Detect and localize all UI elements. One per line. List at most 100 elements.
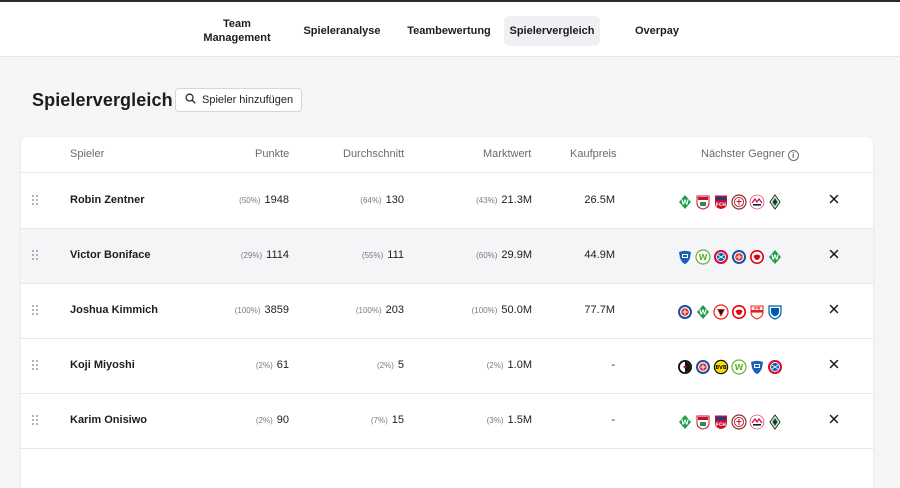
market-value-cell-value: 1.5M [507,414,532,426]
points-cell: (100%) 3859 [235,304,289,316]
market-value-cell: (43%) 21.3M [476,194,532,206]
market-value-cell-value: 29.9M [501,249,532,261]
points-cell-percent: (50%) [239,196,261,205]
player-name[interactable]: Joshua Kimmich [70,304,158,316]
frankfurt-crest [749,249,765,265]
market-value-cell-percent: (43%) [476,196,498,205]
gladbach-crest [767,414,783,430]
average-cell-value: 203 [385,304,404,316]
table-row[interactable]: Karim Onisiwo (2%) 90 (7%) 15 (3%) 1.5M - W FCH [21,394,873,449]
nav-tab-spieleranalyse[interactable]: Spieleranalyse [298,16,386,46]
header-market-value[interactable]: Marktwert [483,148,531,160]
table-row[interactable]: Robin Zentner (50%) 1948 (64%) 130 (43%) 21.3M… [21,174,873,229]
player-name[interactable]: Robin Zentner [70,194,145,206]
svg-text:W: W [771,254,779,262]
average-cell-percent: (100%) [355,306,382,315]
st-pauli-crest [731,414,747,430]
leipzig-crest [749,414,765,430]
heidenheim-crest: FCH [713,414,729,430]
search-icon [185,93,202,107]
svg-text:BVB: BVB [715,365,726,371]
close-icon[interactable] [828,304,840,316]
market-value-cell-value: 50.0M [501,304,532,316]
werder-bremen-crest: W [767,249,783,265]
purchase-price: 77.7M [584,304,615,316]
header-player[interactable]: Spieler [70,148,104,160]
dortmund-crest: BVB [713,359,729,375]
points-cell-percent: (100%) [234,306,261,315]
market-value-cell: (60%) 29.9M [476,249,532,261]
points-cell-percent: (2%) [255,416,273,425]
next-opponents: WW [677,248,785,266]
page-title: Spielervergleich [32,90,173,110]
table-row[interactable]: Joshua Kimmich (100%) 3859 (100%) 203 (100%) 5… [21,284,873,339]
market-value-cell-percent: (100%) [471,306,498,315]
points-cell-value: 3859 [264,304,289,316]
average-cell-value: 5 [397,359,404,371]
augsburg-crest [695,194,711,210]
points-cell-percent: (2%) [255,361,273,370]
purchase-price: - [611,414,615,426]
average-cell-value: 130 [385,194,404,206]
close-icon[interactable] [828,194,840,206]
leverkusen-crest [713,304,729,320]
drag-handle-icon[interactable] [32,305,40,317]
market-value-cell-value: 1.0M [507,359,532,371]
add-player-button[interactable]: Spieler hinzufügen [175,88,302,112]
nav-tab-teambewertung[interactable]: Teambewertung [402,16,496,46]
market-value-cell: (2%) 1.0M [487,359,532,371]
info-icon[interactable]: i [787,150,799,161]
wolfsburg-crest: W [695,249,711,265]
market-value-cell-value: 21.3M [501,194,532,206]
close-icon[interactable] [828,359,840,371]
average-cell-percent: (55%) [361,251,384,260]
points-cell-value: 90 [276,414,289,426]
points-cell: (29%) 1114 [241,249,289,261]
nav-tab-spielervergleich[interactable]: Spielervergleich [504,16,600,46]
purchase-price: 26.5M [584,194,615,206]
wolfsburg-crest: W [731,359,747,375]
next-opponent-label: Nächster Gegner [701,148,785,160]
table-row[interactable]: Koji Miyoshi (2%) 61 (2%) 5 (2%) 1.0M - BVB W [21,339,873,394]
average-cell-value: 111 [387,249,404,261]
close-icon[interactable] [828,249,840,261]
player-name[interactable]: Koji Miyoshi [70,359,135,371]
gladbach-crest [767,194,783,210]
average-cell-percent: (64%) [360,196,382,205]
drag-handle-icon[interactable] [32,415,40,427]
market-value-cell-percent: (3%) [486,416,504,425]
svg-text:W: W [681,199,689,207]
average-cell-value: 15 [391,414,404,426]
add-player-label: Spieler hinzufügen [202,94,294,106]
leipzig-crest [749,194,765,210]
market-value-cell: (3%) 1.5M [487,414,532,426]
kiel-crest [731,249,747,265]
points-cell: (2%) 90 [256,414,289,426]
market-value-cell: (100%) 50.0M [472,304,532,316]
header-points[interactable]: Punkte [255,148,289,160]
market-value-cell-percent: (2%) [486,361,504,370]
average-cell: (64%) 130 [360,194,404,206]
nav-tab-overpay[interactable]: Overpay [618,16,696,46]
player-name[interactable]: Victor Boniface [70,249,151,261]
comparison-table: Spieler Punkte Durchschnitt Marktwert Ka… [21,137,873,488]
drag-handle-icon[interactable] [32,250,40,262]
table-row[interactable]: Victor Boniface (29%) 1114 (55%) 111 (60%) 29.… [21,229,873,284]
header-purchase-price[interactable]: Kaufpreis [570,148,616,160]
hoffenheim-crest [749,359,765,375]
points-cell-value: 1948 [264,194,289,206]
points-cell: (50%) 1948 [239,194,289,206]
next-opponents: W FCH [677,193,785,211]
st-pauli-crest [731,194,747,210]
kiel-crest [695,359,711,375]
close-icon[interactable] [828,414,840,426]
header-average[interactable]: Durchschnitt [343,148,404,160]
augsburg-crest [695,414,711,430]
drag-handle-icon[interactable] [32,195,40,207]
werder-bremen-crest: W [695,304,711,320]
player-name[interactable]: Karim Onisiwo [70,414,147,426]
hoffenheim-crest [677,249,693,265]
nav-tab-team-management[interactable]: Team Management [192,16,282,46]
drag-handle-icon[interactable] [32,360,40,372]
average-cell: (100%) 203 [356,304,404,316]
